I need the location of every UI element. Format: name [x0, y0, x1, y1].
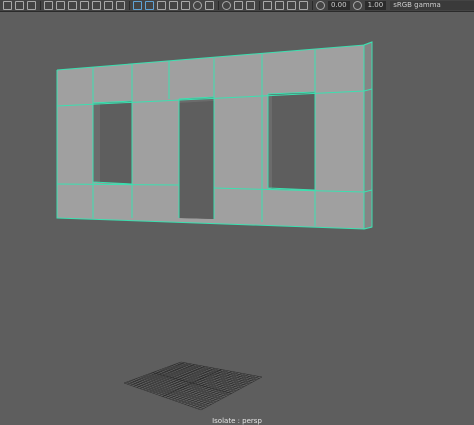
anti-aliasing-icon[interactable] — [246, 1, 255, 10]
field-chart-icon[interactable] — [104, 1, 113, 10]
backface-culling-icon[interactable] — [299, 1, 308, 10]
xray-icon[interactable] — [275, 1, 284, 10]
toolbar-separator — [218, 1, 219, 10]
gamma-field[interactable]: 1.00 — [364, 1, 387, 10]
safe-action-icon[interactable] — [116, 1, 125, 10]
image-plane-icon[interactable] — [44, 1, 53, 10]
viewport-panel-toolbar: 0.00 1.00 sRGB gamma — [0, 0, 474, 12]
exposure-icon[interactable] — [316, 1, 325, 10]
window-right-recess — [268, 94, 272, 189]
wireframe-on-shaded-icon[interactable] — [169, 1, 178, 10]
grid-line — [135, 378, 214, 404]
ground-grid — [123, 361, 263, 411]
gate-mask-icon[interactable] — [92, 1, 101, 10]
exposure-field[interactable]: 0.00 — [328, 1, 350, 10]
select-camera-icon[interactable] — [3, 1, 12, 10]
toolbar-separator — [40, 1, 41, 10]
perspective-viewport[interactable]: Isolate : persp — [0, 12, 474, 425]
toolbar-separator — [129, 1, 130, 10]
window-right-hole — [272, 92, 315, 190]
ambient-occlusion-icon[interactable] — [222, 1, 231, 10]
gamma-icon[interactable] — [352, 1, 362, 10]
film-gate-icon[interactable] — [68, 1, 77, 10]
smooth-shade-icon[interactable] — [145, 1, 154, 10]
wall-side-face — [363, 41, 373, 230]
camera-label: Isolate : persp — [212, 417, 262, 425]
motion-blur-icon[interactable] — [234, 1, 243, 10]
toolbar-separator — [312, 1, 313, 10]
window-left-hole — [100, 101, 132, 184]
textured-icon[interactable] — [181, 1, 190, 10]
isolate-select-icon[interactable] — [263, 1, 272, 10]
color-space-value: sRGB gamma — [393, 1, 441, 9]
resolution-gate-icon[interactable] — [80, 1, 89, 10]
camera-attributes-icon[interactable] — [15, 1, 24, 10]
wireframe-icon[interactable] — [133, 1, 142, 10]
grid-icon[interactable] — [56, 1, 65, 10]
door-hole — [179, 101, 214, 219]
color-space-dropdown[interactable]: sRGB gamma — [390, 1, 474, 10]
use-default-material-icon[interactable] — [157, 1, 166, 10]
window-left-recess — [93, 103, 100, 183]
bookmark-icon[interactable] — [27, 1, 36, 10]
grid-line — [138, 377, 217, 402]
viewport-canvas — [56, 41, 373, 411]
shadows-icon[interactable] — [205, 1, 214, 10]
toolbar-separator — [259, 1, 260, 10]
xray-joints-icon[interactable] — [287, 1, 296, 10]
lights-icon[interactable] — [193, 1, 202, 10]
